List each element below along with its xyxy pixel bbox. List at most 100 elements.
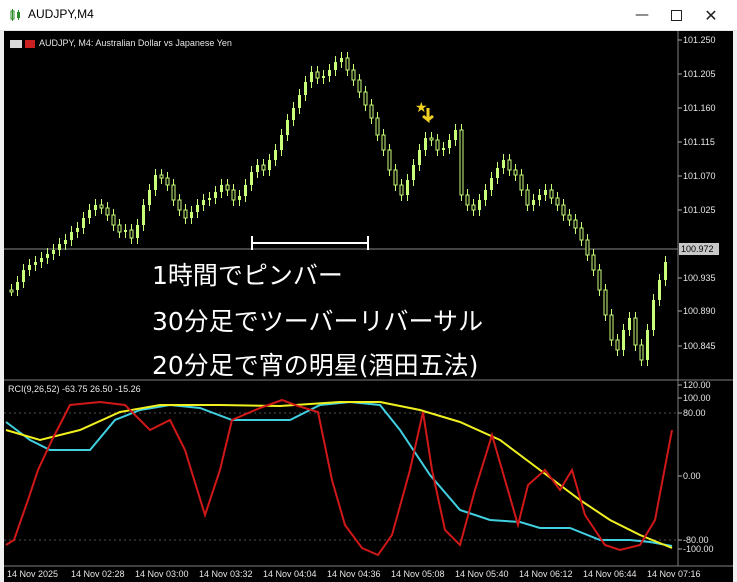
overlay-line-1: 1時間でピンバー [152,261,343,290]
time-tick-label: 14 Nov 04:04 [263,569,317,579]
overlay-line-3: 20分足で宵の明星(酒田五法) [152,351,479,380]
candle-body [567,214,572,221]
candle-body [40,258,43,262]
candle-body [322,76,325,78]
candle-body [310,72,313,82]
rci-long-line [5,401,673,549]
time-tick-label: 14 Nov 03:32 [199,569,253,579]
candle-body [478,200,481,210]
candle-body [375,117,380,136]
candle-body [418,150,421,165]
candle-body [214,192,217,198]
candle-body [70,232,73,240]
chart-toolbar-icon [10,39,22,48]
candle-body [268,160,271,170]
candle-body [484,190,487,200]
candle-body [628,318,631,330]
range-bracket [251,236,369,250]
candle-body [345,57,350,71]
candle-body [502,160,505,168]
candle-body [148,190,151,205]
candle-body [315,71,320,79]
candle-body [76,228,79,232]
candle-body [159,174,164,179]
star-icon: ★ [415,99,428,115]
candle-body [183,209,188,219]
candle-body [165,177,170,186]
time-tick-label: 14 Nov 04:36 [327,569,381,579]
price-tick-label: 101.115 [683,137,715,147]
candle-body [381,134,386,151]
candle-body [406,180,409,195]
current-price-text: 100.972 [681,244,714,254]
candle-body [340,58,343,62]
candle-body [448,140,451,148]
candle-body [652,300,655,330]
indicator-tick-label: 120.00 [683,380,711,390]
candle-body [304,82,307,95]
candle-body [244,185,247,196]
candle-body [555,197,560,206]
candle-body [412,165,415,180]
indicator-tick-label: 80.00 [683,408,706,418]
candle-body [129,229,134,239]
time-tick-label: 14 Nov 06:44 [583,569,637,579]
candle-body [202,200,205,205]
candle-body [298,95,301,108]
candle-body [136,225,139,238]
time-tick-label: 14 Nov 07:16 [647,569,701,579]
candle-body [424,138,427,150]
candle-body [399,184,404,196]
candle-body [507,159,512,171]
candle-body [52,250,55,254]
candle-body [622,330,625,350]
candle-body [111,214,116,226]
indicator-axis: 120.00100.0080.000.00-80.00-100.00 [4,380,714,554]
candle-body [334,62,337,70]
candle-body [328,70,331,76]
price-tick-label: 101.205 [683,69,716,79]
candle-body [196,205,199,212]
candle-body [34,262,37,265]
candle-body [22,270,25,282]
price-tick-label: 100.935 [683,273,716,283]
candle-body [171,184,176,201]
chart-canvas[interactable]: 101.250 101.205 101.160 101.115 101.070 101.0… [0,0,737,582]
time-tick-label: 14 Nov 05:40 [455,569,509,579]
candle-body [609,314,614,341]
candle-body [525,189,530,206]
candle-body [142,205,145,225]
candle-body [292,108,295,120]
candle-body [99,204,104,209]
overlay-line-2: 30分足でツーバーリバーサル [152,307,484,336]
candle-body [435,139,440,151]
candle-body [117,224,122,233]
rci-mid-line [5,400,673,547]
price-tick-label: 101.025 [683,205,716,215]
candle-body [190,212,193,218]
candle-body [639,344,644,361]
candle-body [646,330,649,360]
candle-body [363,91,368,106]
candle-body [369,104,374,119]
candle-body [579,227,584,241]
candle-body [633,317,638,346]
candle-body [16,282,19,290]
candle-body [591,254,596,271]
candle-body [544,190,547,195]
candle-body [82,218,85,228]
rci-lines [5,398,673,557]
candle-body [597,269,602,291]
candle-body [664,262,667,280]
candle-body [64,240,67,244]
candle-body [532,200,535,205]
chart-flag-icon [25,39,35,48]
candle-body [465,194,470,206]
chart-symbol-label: AUDJPY, M4: Australian Dollar vs Japanes… [10,38,232,48]
candle-body [261,164,266,171]
rci-short-line [5,398,673,557]
time-axis: 14 Nov 2025 14 Nov 02:28 14 Nov 03:00 14 No… [7,569,701,579]
price-tick-label: 101.160 [683,103,716,113]
candle-body [496,168,499,178]
candle-body [220,185,223,192]
